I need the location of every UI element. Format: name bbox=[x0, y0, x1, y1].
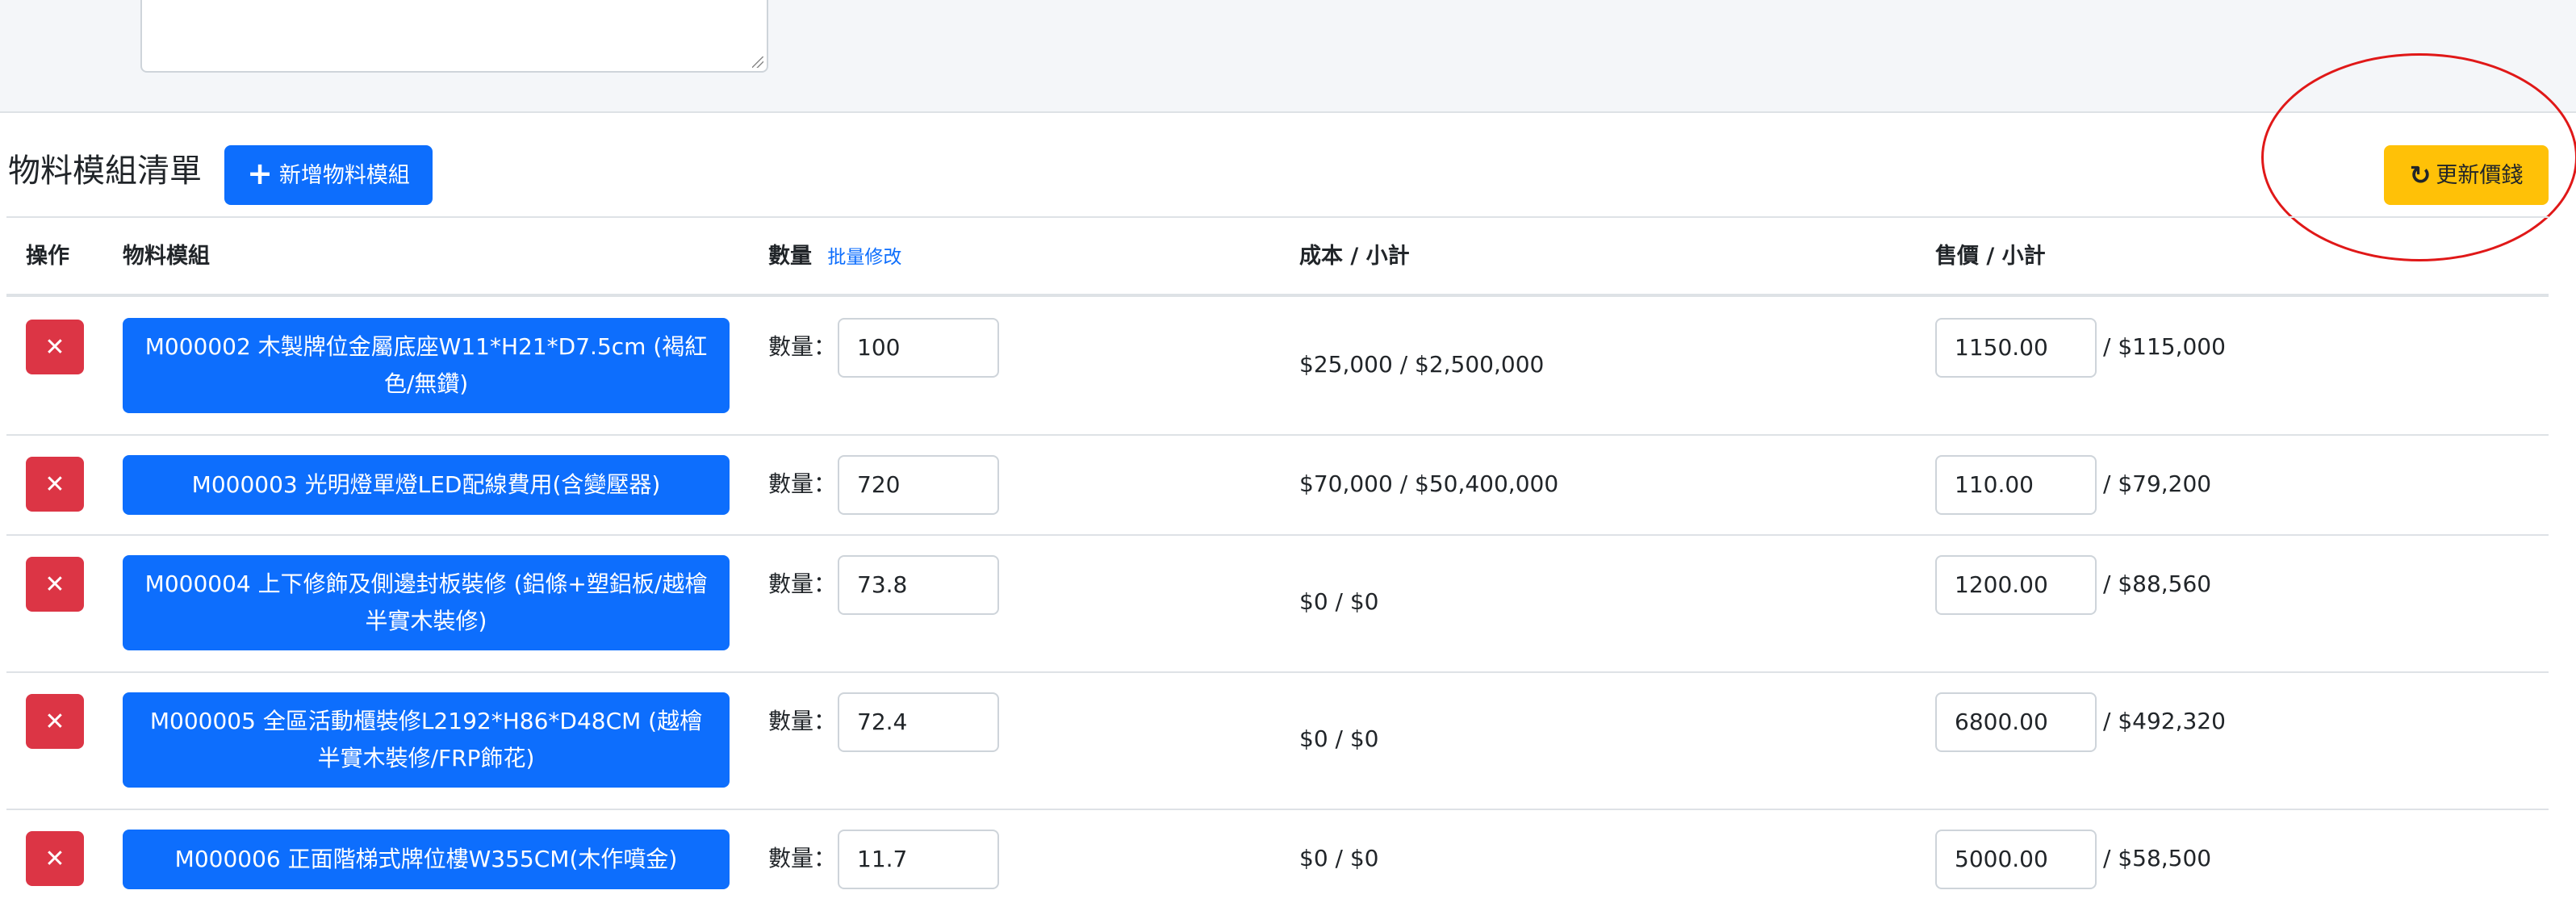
close-icon: ✕ bbox=[44, 844, 65, 873]
row-divider bbox=[6, 434, 2549, 436]
header-divider bbox=[6, 294, 2549, 297]
form-top-area bbox=[0, 0, 2576, 113]
header-cost: 成本 / 小計 bbox=[1299, 244, 1410, 269]
cost-subtotal: $0 / $0 bbox=[1299, 845, 1379, 871]
price-subtotal: / $79,200 bbox=[2103, 470, 2212, 497]
resize-handle-icon[interactable] bbox=[752, 56, 763, 68]
header-price: 售價 / 小計 bbox=[1935, 244, 2046, 269]
header-quantity: 數量 批量修改 bbox=[768, 240, 901, 274]
price-input[interactable]: 110.00 bbox=[1935, 455, 2097, 515]
add-module-button[interactable]: + 新增物料模組 bbox=[224, 145, 433, 205]
price-input[interactable]: 5000.00 bbox=[1935, 830, 2097, 889]
quantity-input[interactable]: 11.7 bbox=[838, 830, 999, 889]
module-button[interactable]: M000003 光明燈單燈LED配線費用(含變壓器) bbox=[123, 455, 730, 515]
delete-button[interactable]: ✕ bbox=[26, 831, 84, 886]
divider bbox=[6, 216, 2549, 218]
delete-button[interactable]: ✕ bbox=[26, 320, 84, 374]
add-module-label: 新增物料模組 bbox=[278, 162, 410, 188]
quantity-label: 數量： bbox=[768, 333, 837, 360]
header-module: 物料模組 bbox=[123, 244, 210, 269]
delete-button[interactable]: ✕ bbox=[26, 457, 84, 512]
module-button[interactable]: M000005 全區活動櫃裝修L2192*H86*D48CM (越檜半實木裝修/… bbox=[123, 692, 730, 788]
notes-textarea[interactable] bbox=[140, 0, 768, 73]
row-divider bbox=[6, 671, 2549, 673]
close-icon: ✕ bbox=[44, 470, 65, 499]
plus-icon: + bbox=[247, 156, 273, 191]
module-button[interactable]: M000004 上下修飾及側邊封板裝修 (鋁條+塑鋁板/越檜半實木裝修) bbox=[123, 555, 730, 650]
price-input[interactable]: 6800.00 bbox=[1935, 692, 2097, 752]
cost-subtotal: $0 / $0 bbox=[1299, 725, 1379, 752]
price-subtotal: / $115,000 bbox=[2103, 333, 2226, 360]
quantity-input[interactable]: 720 bbox=[838, 455, 999, 515]
cost-subtotal: $25,000 / $2,500,000 bbox=[1299, 351, 1545, 378]
quantity-input[interactable]: 100 bbox=[838, 318, 999, 378]
quantity-input[interactable]: 73.8 bbox=[838, 555, 999, 615]
quantity-input[interactable]: 72.4 bbox=[838, 692, 999, 752]
price-input[interactable]: 1150.00 bbox=[1935, 318, 2097, 378]
header-quantity-label: 數量 bbox=[768, 244, 812, 269]
module-button[interactable]: M000006 正面階梯式牌位樓W355CM(木作噴金) bbox=[123, 830, 730, 889]
row-divider bbox=[6, 534, 2549, 536]
close-icon: ✕ bbox=[44, 707, 65, 736]
close-icon: ✕ bbox=[44, 570, 65, 599]
cost-subtotal: $0 / $0 bbox=[1299, 588, 1379, 615]
price-input[interactable]: 1200.00 bbox=[1935, 555, 2097, 615]
section-title: 物料模組清單 bbox=[8, 153, 202, 190]
quantity-label: 數量： bbox=[768, 470, 837, 497]
delete-button[interactable]: ✕ bbox=[26, 694, 84, 749]
quantity-label: 數量： bbox=[768, 845, 837, 871]
annotation-circle bbox=[2261, 53, 2576, 261]
module-button[interactable]: M000002 木製牌位金屬底座W11*H21*D7.5cm (褐紅色/無鑽) bbox=[123, 318, 730, 413]
delete-button[interactable]: ✕ bbox=[26, 557, 84, 612]
price-subtotal: / $492,320 bbox=[2103, 708, 2226, 734]
quantity-label: 數量： bbox=[768, 571, 837, 597]
price-subtotal: / $88,560 bbox=[2103, 571, 2212, 597]
price-subtotal: / $58,500 bbox=[2103, 845, 2212, 871]
row-divider bbox=[6, 809, 2549, 810]
cost-subtotal: $70,000 / $50,400,000 bbox=[1299, 470, 1559, 497]
batch-edit-link[interactable]: 批量修改 bbox=[827, 247, 901, 268]
close-icon: ✕ bbox=[44, 332, 65, 362]
header-action: 操作 bbox=[26, 244, 69, 269]
quantity-label: 數量： bbox=[768, 708, 837, 734]
